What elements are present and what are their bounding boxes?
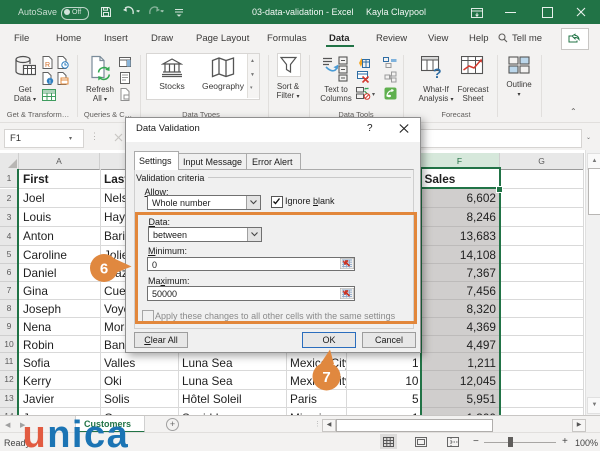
svg-text:7: 7 (322, 369, 330, 386)
svg-text:6: 6 (100, 261, 108, 278)
